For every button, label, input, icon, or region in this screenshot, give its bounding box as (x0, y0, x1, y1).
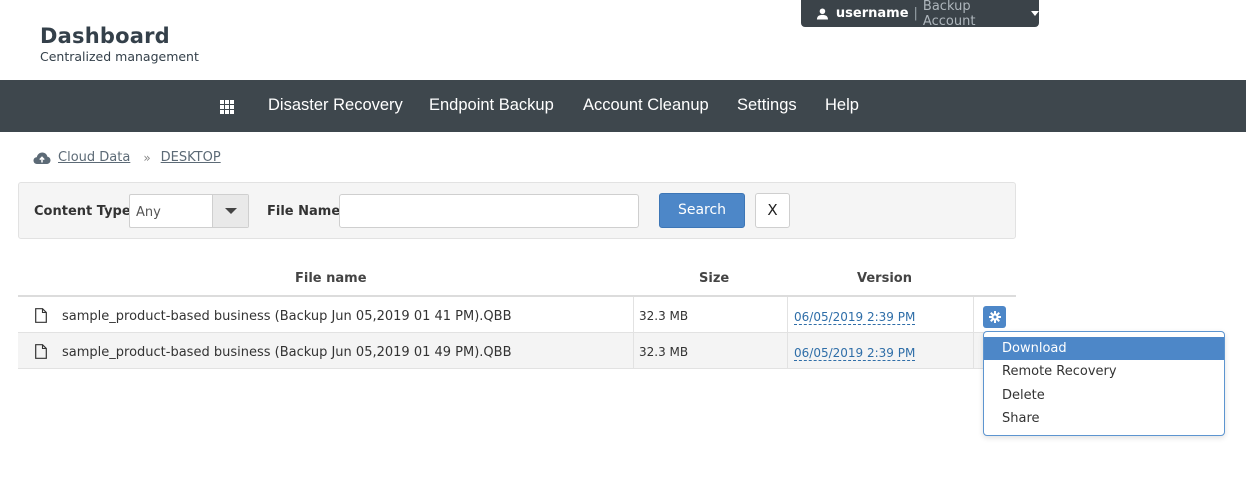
column-divider (633, 333, 634, 368)
header-file-name[interactable]: File name (295, 271, 367, 286)
user-icon (816, 7, 828, 20)
cloud-upload-icon (33, 152, 51, 164)
nav-item-endpoint-backup[interactable]: Endpoint Backup (429, 96, 554, 115)
menu-item-share[interactable]: Share (984, 407, 1224, 430)
nav-item-help[interactable]: Help (825, 96, 859, 115)
file-icon (35, 344, 47, 359)
breadcrumb: Cloud Data » DESKTOP (33, 150, 221, 165)
caret-down-icon (1031, 11, 1039, 16)
chevron-down-icon (225, 208, 237, 214)
user-menu-separator: | (913, 6, 918, 21)
menu-item-delete[interactable]: Delete (984, 384, 1224, 407)
table-row[interactable]: sample_product-based business (Backup Ju… (18, 333, 1016, 369)
version-link[interactable]: 06/05/2019 2:39 PM (794, 310, 916, 325)
file-table: File name Size Version sample_product-ba… (18, 262, 1016, 369)
content-type-select[interactable]: Any (129, 194, 249, 228)
table-header: File name Size Version (18, 262, 1016, 297)
table-row[interactable]: sample_product-based business (Backup Ju… (18, 297, 1016, 333)
file-size: 32.3 MB (639, 309, 689, 323)
file-size: 32.3 MB (639, 345, 689, 359)
file-name-input[interactable] (339, 194, 639, 228)
brand-title: Dashboard (40, 24, 170, 48)
file-name-label: File Name (267, 204, 341, 219)
row-actions-button[interactable] (983, 306, 1006, 328)
search-button[interactable]: Search (659, 193, 745, 228)
user-menu[interactable]: username | Backup Account (801, 0, 1039, 29)
column-divider (787, 333, 788, 368)
nav-item-settings[interactable]: Settings (737, 96, 797, 115)
header-size[interactable]: Size (699, 271, 729, 286)
brand: Dashboard Centralized management (40, 24, 199, 65)
account-name: Backup Account (922, 0, 976, 29)
menu-item-download[interactable]: Download (984, 337, 1224, 360)
column-divider (633, 297, 634, 332)
column-divider (973, 333, 974, 368)
breadcrumb-cloud-data[interactable]: Cloud Data (58, 150, 130, 165)
nav-item-account-cleanup[interactable]: Account Cleanup (583, 96, 709, 115)
nav-item-disaster-recovery[interactable]: Disaster Recovery (268, 96, 403, 115)
breadcrumb-desktop[interactable]: DESKTOP (161, 150, 221, 165)
content-type-label: Content Type (34, 204, 131, 219)
apps-grid-icon[interactable] (220, 100, 234, 114)
header-version[interactable]: Version (857, 271, 912, 286)
gear-icon (988, 311, 1001, 323)
file-name: sample_product-based business (Backup Ju… (62, 309, 512, 324)
content-type-value: Any (136, 205, 161, 220)
column-divider (787, 297, 788, 332)
breadcrumb-separator: » (143, 150, 151, 165)
file-icon (35, 308, 47, 323)
filter-panel: Content Type Any File Name Search X (18, 182, 1016, 239)
version-link[interactable]: 06/05/2019 2:39 PM (794, 346, 916, 361)
select-toggle[interactable] (212, 195, 248, 227)
brand-subtitle: Centralized management (40, 49, 199, 64)
navbar: Disaster Recovery Endpoint Backup Accoun… (0, 80, 1246, 132)
column-divider (973, 297, 974, 332)
clear-button[interactable]: X (755, 193, 790, 228)
file-name: sample_product-based business (Backup Ju… (62, 345, 512, 360)
row-actions-menu: Download Remote Recovery Delete Share (983, 331, 1225, 436)
menu-item-remote-recovery[interactable]: Remote Recovery (984, 360, 1224, 383)
username: username (835, 6, 909, 21)
